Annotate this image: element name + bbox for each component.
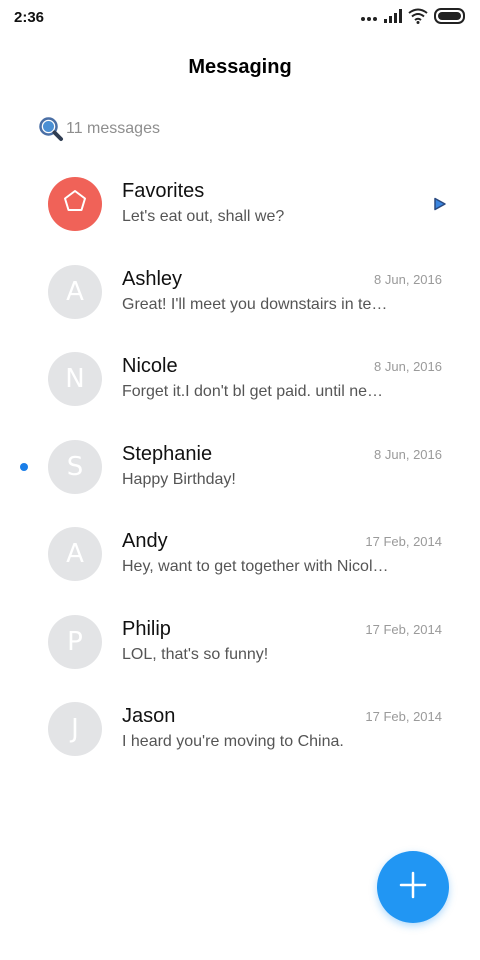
- play-icon[interactable]: [432, 196, 448, 212]
- avatar: N: [48, 352, 102, 406]
- avatar: A: [48, 527, 102, 581]
- search-icon: [38, 116, 64, 142]
- plus-icon: [398, 870, 428, 905]
- conversation-date: 17 Feb, 2014: [365, 621, 442, 637]
- messaging-screen: 2:36 Messaging 11 messages Favorites Let…: [0, 0, 480, 960]
- more-dots-icon: [360, 9, 378, 27]
- conversation-date: 17 Feb, 2014: [365, 534, 442, 549]
- conversation-date: 17 Feb, 2014: [365, 709, 442, 724]
- conversation-name: Philip: [122, 617, 171, 640]
- avatar: P: [48, 614, 102, 669]
- conversation-name: Jason: [122, 705, 176, 727]
- conversation-row-andy[interactable]: A Andy 17 Feb, 2014 Hey, want to get tog…: [0, 510, 480, 598]
- status-bar: 2:36: [0, 0, 480, 36]
- avatar: S: [48, 439, 102, 494]
- conversation-preview: Let's eat out, shall we?: [122, 208, 285, 225]
- conversation-row-stephanie[interactable]: S Stephanie 8 Jun, 2016 Happy Birthday!: [0, 423, 480, 511]
- signal-icon: [384, 8, 402, 28]
- conversation-row-favorites[interactable]: Favorites Let's eat out, shall we?: [0, 160, 480, 248]
- wifi-icon: [408, 8, 428, 29]
- pentagon-icon: [62, 188, 88, 221]
- conversation-date: 8 Jun, 2016: [374, 359, 442, 374]
- conversation-row-jason[interactable]: J Jason 17 Feb, 2014 I heard you're movi…: [0, 685, 480, 773]
- page-title: Messaging: [188, 56, 292, 78]
- conversation-name: Andy: [122, 530, 168, 552]
- search-placeholder: 11 messages: [66, 120, 160, 137]
- conversation-preview: Happy Birthday!: [122, 470, 236, 488]
- search-bar[interactable]: 11 messages: [38, 116, 160, 142]
- conversation-row-ashley[interactable]: A Ashley 8 Jun, 2016 Great! I'll meet yo…: [0, 248, 480, 336]
- conversation-list: Favorites Let's eat out, shall we? A Ash…: [0, 160, 480, 773]
- new-message-button[interactable]: [377, 851, 449, 923]
- conversation-preview: Forget it.I don't bl get paid. until nex…: [122, 383, 390, 400]
- conversation-preview: Great! I'll meet you downstairs in te…: [122, 295, 388, 313]
- conversation-name: Stephanie: [122, 442, 213, 465]
- avatar: J: [48, 702, 102, 756]
- conversation-date: 8 Jun, 2016: [374, 271, 442, 287]
- conversation-name: Favorites: [122, 180, 205, 202]
- status-icons: [354, 7, 466, 29]
- conversation-row-philip[interactable]: P Philip 17 Feb, 2014 LOL, that's so fun…: [0, 598, 480, 686]
- conversation-name: Nicole: [122, 355, 178, 377]
- favorites-avatar: [48, 177, 102, 231]
- conversation-preview: I heard you're moving to China.: [122, 733, 344, 750]
- unread-indicator: [20, 462, 28, 471]
- battery-icon: [434, 7, 466, 29]
- conversation-date: 8 Jun, 2016: [374, 446, 442, 462]
- conversation-row-nicole[interactable]: N Nicole 8 Jun, 2016 Forget it.I don't b…: [0, 335, 480, 423]
- conversation-preview: LOL, that's so funny!: [122, 645, 269, 663]
- conversation-name: Ashley: [122, 267, 183, 290]
- avatar: A: [48, 264, 102, 319]
- status-time: 2:36: [14, 9, 45, 26]
- conversation-preview: Hey, want to get together with Nicol…: [122, 558, 389, 575]
